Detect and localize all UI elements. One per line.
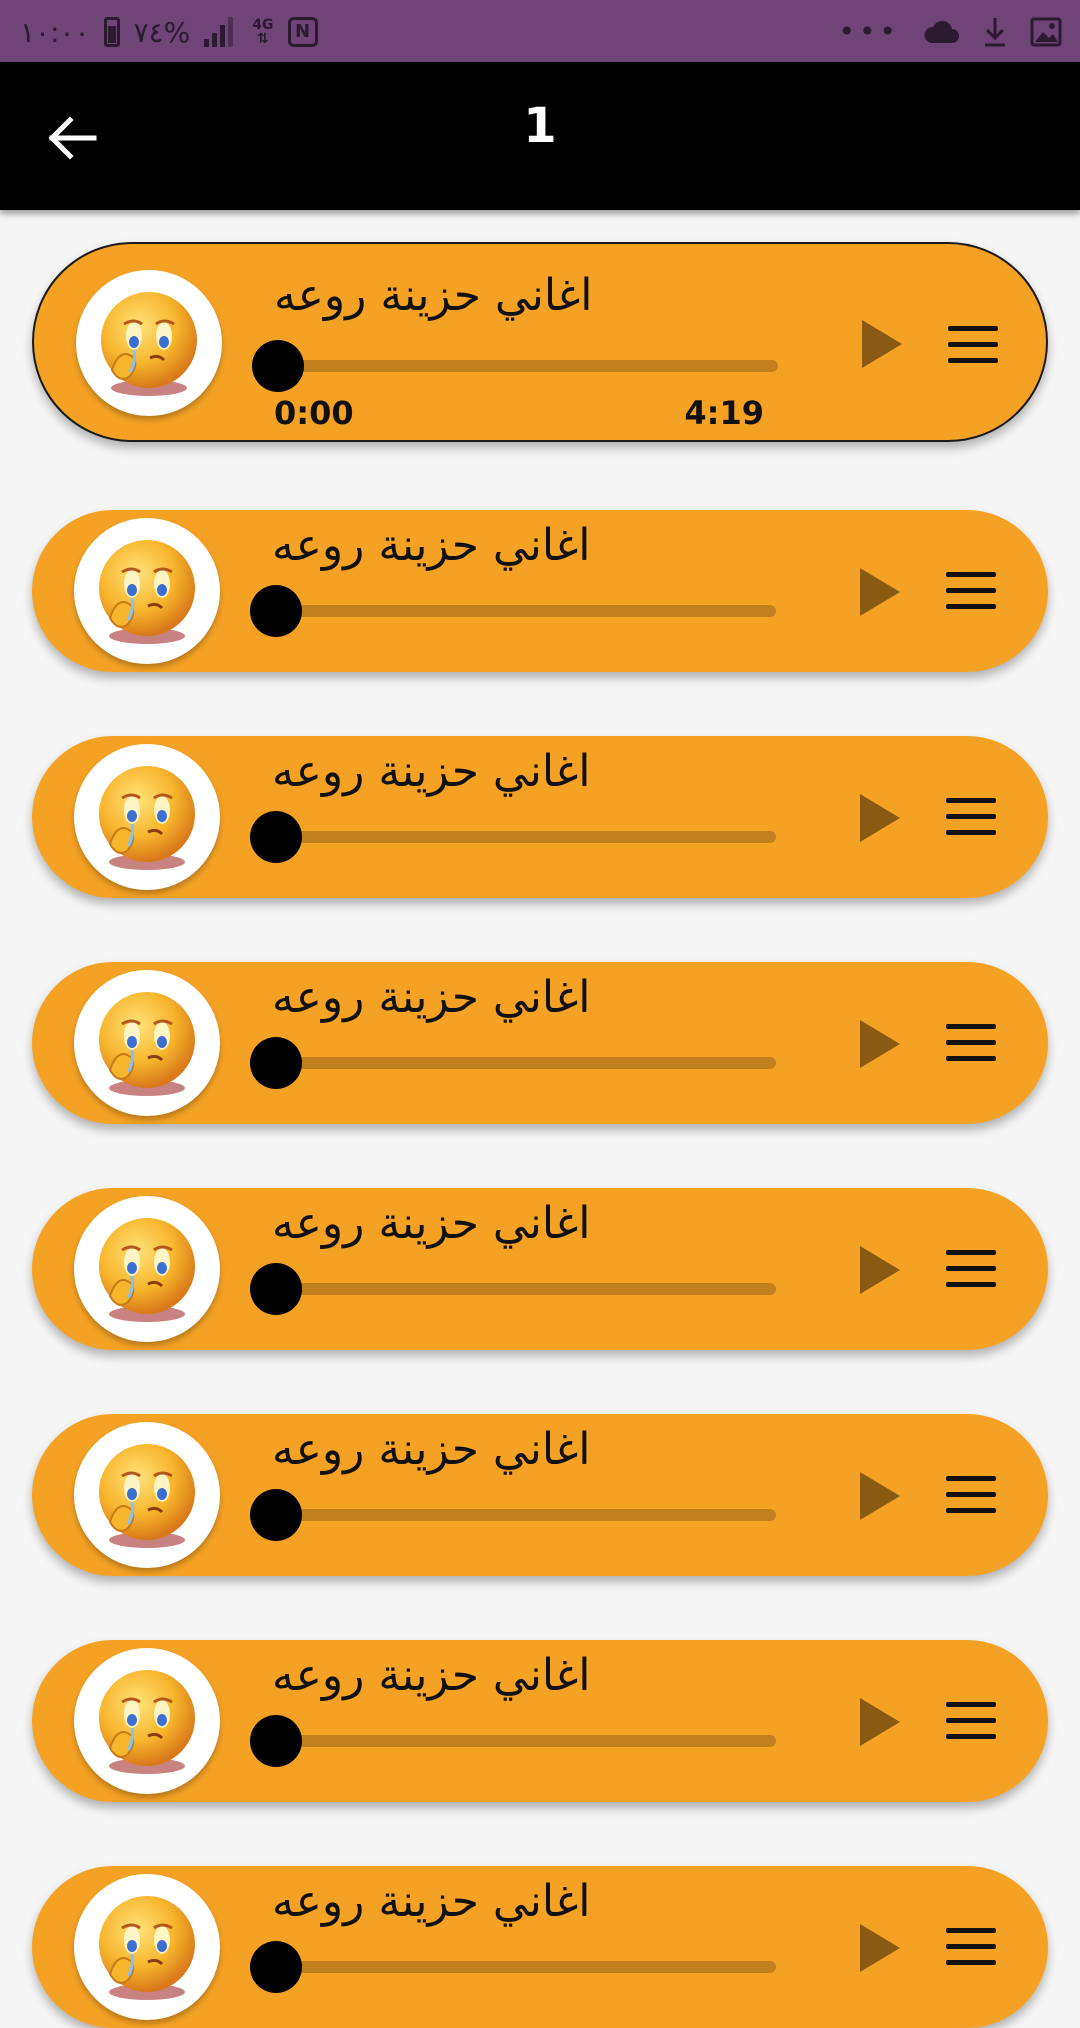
seek-bar[interactable] (250, 1489, 776, 1541)
seek-thumb[interactable] (250, 1489, 302, 1541)
seek-bar[interactable] (250, 1941, 776, 1993)
play-icon (860, 1472, 900, 1520)
signal-icon (204, 17, 238, 47)
track-title: اغاني حزينة روعه (272, 972, 591, 1023)
track-avatar (74, 744, 220, 890)
track-card[interactable]: اغاني حزينة روعه (32, 1866, 1048, 2028)
seek-bar[interactable] (252, 340, 778, 392)
menu-button[interactable] (946, 1250, 996, 1288)
play-icon (860, 1246, 900, 1294)
download-icon (985, 18, 1005, 47)
play-icon (860, 568, 900, 616)
play-button[interactable] (858, 1244, 902, 1296)
crying-emoji-icon (99, 1444, 195, 1548)
cloud-icon (924, 20, 959, 43)
current-time: 0:00 (274, 394, 354, 432)
seek-thumb[interactable] (250, 1941, 302, 1993)
play-button[interactable] (860, 318, 904, 370)
seek-bar[interactable] (250, 1037, 776, 1089)
seek-thumb[interactable] (250, 811, 302, 863)
track-avatar (74, 1422, 220, 1568)
play-button[interactable] (858, 1696, 902, 1748)
track-card[interactable]: اغاني حزينة روعه (32, 962, 1048, 1124)
play-icon (860, 1924, 900, 1972)
track-title: اغاني حزينة روعه (272, 1198, 591, 1249)
track-avatar (74, 1874, 220, 2020)
track-avatar (74, 970, 220, 1116)
menu-button[interactable] (946, 1702, 996, 1740)
seek-bar[interactable] (250, 811, 776, 863)
menu-button[interactable] (946, 798, 996, 836)
status-time: ١٠:٠٠ (20, 15, 90, 49)
page-title: 1 (523, 98, 557, 154)
seek-thumb[interactable] (250, 585, 302, 637)
status-left: ١٠:٠٠ ٧٤% 4G ⇅ N (20, 12, 318, 52)
track-title: اغاني حزينة روعه (272, 1876, 591, 1927)
crying-emoji-icon (99, 766, 195, 870)
menu-button[interactable] (946, 1024, 996, 1062)
crying-emoji-icon (99, 540, 195, 644)
track-avatar (76, 270, 222, 416)
app-bar: 1 (0, 62, 1080, 210)
track-avatar (74, 518, 220, 664)
track-card[interactable]: اغاني حزينة روعه 0:00 4:19 (32, 242, 1048, 442)
more-notifications-icon: ••• (838, 15, 900, 48)
track-title: اغاني حزينة روعه (272, 746, 591, 797)
menu-button[interactable] (946, 572, 996, 610)
crying-emoji-icon (99, 992, 195, 1096)
play-icon (862, 320, 902, 368)
seek-thumb[interactable] (250, 1037, 302, 1089)
play-button[interactable] (858, 1018, 902, 1070)
nfc-icon: N (287, 17, 318, 47)
play-button[interactable] (858, 566, 902, 618)
battery-icon (103, 17, 120, 47)
seek-bar[interactable] (250, 585, 776, 637)
menu-button[interactable] (946, 1928, 996, 1966)
track-card[interactable]: اغاني حزينة روعه (32, 1188, 1048, 1350)
play-button[interactable] (858, 1922, 902, 1974)
seek-thumb[interactable] (252, 340, 304, 392)
track-title: اغاني حزينة روعه (272, 520, 591, 571)
menu-button[interactable] (946, 1476, 996, 1514)
gallery-icon (1030, 17, 1062, 47)
track-title: اغاني حزينة روعه (272, 1650, 591, 1701)
status-bar: ١٠:٠٠ ٧٤% 4G ⇅ N ••• (0, 0, 1080, 62)
network-type: 4G ⇅ (252, 17, 274, 47)
play-icon (860, 1020, 900, 1068)
menu-button[interactable] (948, 326, 998, 364)
status-right: ••• (838, 12, 1062, 52)
seek-bar[interactable] (250, 1715, 776, 1767)
seek-bar[interactable] (250, 1263, 776, 1315)
seek-thumb[interactable] (250, 1263, 302, 1315)
crying-emoji-icon (99, 1896, 195, 2000)
play-icon (860, 794, 900, 842)
track-title: اغاني حزينة روعه (272, 1424, 591, 1475)
seek-thumb[interactable] (250, 1715, 302, 1767)
crying-emoji-icon (99, 1218, 195, 1322)
play-button[interactable] (858, 1470, 902, 1522)
track-title: اغاني حزينة روعه (274, 270, 593, 321)
track-avatar (74, 1196, 220, 1342)
crying-emoji-icon (101, 292, 197, 396)
track-card[interactable]: اغاني حزينة روعه (32, 1640, 1048, 1802)
crying-emoji-icon (99, 1670, 195, 1774)
play-button[interactable] (858, 792, 902, 844)
track-card[interactable]: اغاني حزينة روعه (32, 510, 1048, 672)
duration-time: 4:19 (684, 394, 764, 432)
play-icon (860, 1698, 900, 1746)
battery-percent: ٧٤% (133, 15, 191, 49)
track-card[interactable]: اغاني حزينة روعه (32, 736, 1048, 898)
track-avatar (74, 1648, 220, 1794)
track-card[interactable]: اغاني حزينة روعه (32, 1414, 1048, 1576)
